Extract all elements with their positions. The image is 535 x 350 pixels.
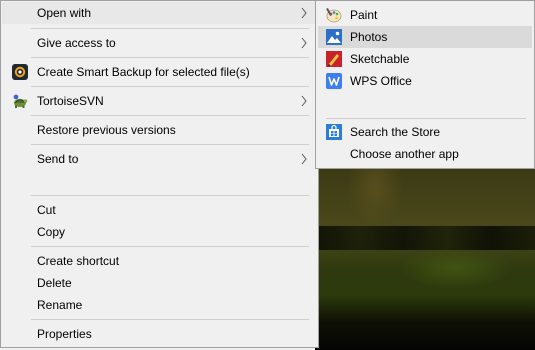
chevron-right-icon <box>301 7 307 19</box>
menu-separator <box>31 28 309 29</box>
menu-item-copy[interactable]: Copy <box>2 221 318 243</box>
menu-item-label: Give access to <box>37 36 116 50</box>
menu-item-open-with[interactable]: Open with <box>2 2 318 24</box>
submenu-item-wps-office[interactable]: WPS Office <box>318 70 532 92</box>
paint-icon <box>326 8 342 23</box>
menu-separator <box>31 86 309 87</box>
menu-item-label: Properties <box>37 327 92 341</box>
submenu-item-choose-another-app[interactable]: Choose another app <box>318 143 532 165</box>
submenu-item-label: Choose another app <box>350 147 459 161</box>
photos-icon <box>326 29 342 45</box>
menu-item-delete[interactable]: Delete <box>2 272 318 294</box>
sketchable-icon <box>326 51 342 67</box>
chevron-right-icon <box>301 37 307 49</box>
menu-item-label: Rename <box>37 298 83 312</box>
chevron-right-icon <box>301 153 307 165</box>
menu-item-create-smart-backup[interactable]: Create Smart Backup for selected file(s) <box>2 61 318 83</box>
menu-item-label: Create shortcut <box>37 254 120 268</box>
menu-item-properties[interactable]: Properties <box>2 323 318 345</box>
menu-item-send-to[interactable]: Send to <box>2 148 318 170</box>
menu-separator <box>31 319 309 320</box>
submenu-separator <box>326 118 526 119</box>
menu-separator <box>31 57 309 58</box>
smart-backup-icon <box>12 64 28 80</box>
menu-item-label: Send to <box>37 152 79 166</box>
menu-item-label: Open with <box>37 6 92 20</box>
menu-item-label: Create Smart Backup for selected file(s) <box>37 65 250 79</box>
menu-item-label: Delete <box>37 276 72 290</box>
submenu-item-paint[interactable]: Paint <box>318 4 532 26</box>
menu-item-label: Restore previous versions <box>37 123 176 137</box>
menu-separator <box>31 246 309 247</box>
submenu-item-search-the-store[interactable]: Search the Store <box>318 121 532 143</box>
menu-separator <box>31 115 309 116</box>
tortoisesvn-icon <box>13 94 28 108</box>
menu-item-label: Cut <box>37 203 56 217</box>
submenu-item-sketchable[interactable]: Sketchable <box>318 48 532 70</box>
wps-office-icon <box>326 73 342 89</box>
desktop-background-photo <box>315 168 535 350</box>
menu-item-restore-previous-versions[interactable]: Restore previous versions <box>2 119 318 141</box>
submenu-item-label: Sketchable <box>350 52 410 66</box>
tree-line <box>315 226 535 250</box>
menu-item-label: TortoiseSVN <box>37 94 104 108</box>
submenu-item-label: Search the Store <box>350 125 441 139</box>
menu-item-tortoisesvn[interactable]: TortoiseSVN <box>2 90 318 112</box>
context-menu: Open with Give access to Create Smart Ba… <box>0 0 319 348</box>
submenu-item-label: Paint <box>350 8 378 22</box>
menu-item-cut[interactable]: Cut <box>2 199 318 221</box>
submenu-item-photos[interactable]: Photos <box>318 26 532 48</box>
open-with-submenu: Paint Photos Sketchable WPS Office Searc… <box>315 0 535 169</box>
menu-item-give-access[interactable]: Give access to <box>2 32 318 54</box>
menu-item-label: Copy <box>37 225 66 239</box>
menu-separator <box>31 195 309 196</box>
store-icon <box>326 124 342 140</box>
submenu-item-label: WPS Office <box>350 74 412 88</box>
menu-item-rename[interactable]: Rename <box>2 294 318 316</box>
menu-separator <box>31 144 309 145</box>
menu-item-create-shortcut[interactable]: Create shortcut <box>2 250 318 272</box>
submenu-item-label: Photos <box>350 30 388 44</box>
chevron-right-icon <box>301 95 307 107</box>
